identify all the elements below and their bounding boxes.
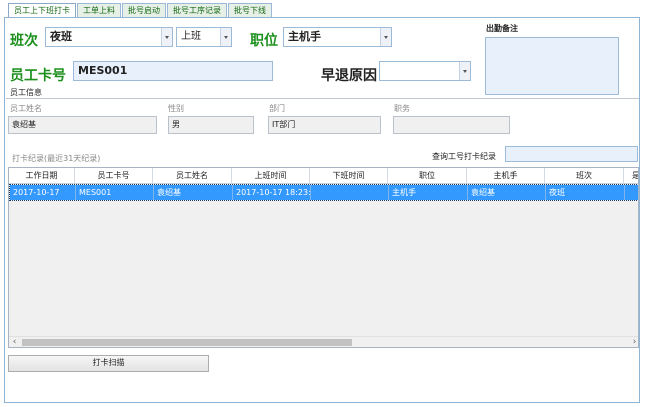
query-records-label: 查询工号打卡纪录	[432, 152, 496, 161]
table-cell: 夜班	[546, 185, 625, 200]
employee-name-field: 袁绍基	[8, 116, 157, 134]
scan-button[interactable]: 打卡扫描	[8, 355, 209, 372]
tab-batch-start[interactable]: 批号启动	[122, 3, 166, 18]
table-cell: 2017-10-17 18:23:	[233, 185, 311, 200]
chevron-down-icon[interactable]	[220, 28, 231, 46]
query-records-input[interactable]	[505, 146, 638, 162]
position-select-value: 主机手	[288, 30, 321, 43]
card-number-input[interactable]: MES001	[73, 61, 273, 81]
shift-select-value: 夜班	[50, 30, 72, 43]
chevron-down-icon[interactable]	[380, 28, 391, 46]
column-header[interactable]: 工作日期	[9, 168, 75, 183]
table-cell	[625, 185, 638, 200]
attendance-note-input[interactable]	[485, 37, 619, 95]
shift-type-select[interactable]: 上班	[176, 27, 232, 47]
column-header[interactable]: 主机手	[467, 168, 545, 183]
employee-name-label: 员工姓名	[10, 104, 42, 113]
records-table[interactable]: 工作日期 员工卡号 员工姓名 上班时间 下班时间 职位 主机手 班次 是 201…	[8, 167, 639, 348]
early-leave-select[interactable]	[379, 61, 471, 81]
position-select[interactable]: 主机手	[283, 27, 392, 47]
records-title: 打卡纪录(最近31天纪录)	[12, 154, 101, 163]
scrollbar-thumb[interactable]	[22, 339, 352, 346]
department-label: 部门	[269, 104, 285, 113]
job-title-label: 职务	[394, 104, 410, 113]
tab-clock-in[interactable]: 员工上下班打卡	[8, 3, 76, 18]
divider	[6, 98, 639, 99]
tab-batch-offline[interactable]: 批号下线	[228, 3, 272, 18]
table-header: 工作日期 员工卡号 员工姓名 上班时间 下班时间 职位 主机手 班次 是	[9, 168, 638, 184]
employee-info-label: 员工信息	[10, 88, 42, 97]
column-header[interactable]: 员工姓名	[153, 168, 232, 183]
column-header[interactable]: 上班时间	[232, 168, 310, 183]
attendance-note-label: 出勤备注	[486, 24, 518, 33]
column-header[interactable]: 员工卡号	[75, 168, 153, 183]
tab-batch-process[interactable]: 批号工序记录	[167, 3, 227, 18]
chevron-down-icon[interactable]	[161, 28, 172, 46]
job-title-field	[393, 116, 510, 134]
app-window: 员工上下班打卡 工单上料 批号启动 批号工序记录 批号下线 班次 夜班 上班 职…	[0, 0, 645, 407]
chevron-left-icon[interactable]: ‹	[9, 337, 20, 347]
department-field: IT部门	[268, 116, 381, 134]
gender-label: 性别	[168, 104, 184, 113]
gender-field: 男	[168, 116, 254, 134]
shift-label: 班次	[10, 33, 38, 49]
early-leave-label: 早退原因	[321, 68, 377, 84]
table-cell: 2017-10-17	[10, 185, 76, 200]
horizontal-scrollbar[interactable]: ‹ ›	[9, 336, 638, 347]
shift-select[interactable]: 夜班	[45, 27, 173, 47]
tab-work-order-feed[interactable]: 工单上料	[77, 3, 121, 18]
column-header[interactable]: 班次	[545, 168, 624, 183]
shift-type-value: 上班	[181, 31, 201, 42]
chevron-down-icon[interactable]	[459, 62, 470, 80]
position-label: 职位	[250, 33, 278, 49]
card-label: 员工卡号	[10, 68, 66, 84]
table-row[interactable]: 2017-10-17 MES001 袁绍基 2017-10-17 18:23: …	[9, 184, 638, 201]
table-cell	[311, 185, 389, 200]
chevron-right-icon[interactable]: ›	[629, 337, 638, 347]
column-header[interactable]: 职位	[388, 168, 467, 183]
table-cell: 袁绍基	[154, 185, 233, 200]
table-cell: 主机手	[389, 185, 468, 200]
column-header[interactable]: 是	[624, 168, 638, 183]
table-cell: MES001	[76, 185, 154, 200]
tab-bar: 员工上下班打卡 工单上料 批号启动 批号工序记录 批号下线	[8, 3, 273, 18]
column-header[interactable]: 下班时间	[310, 168, 388, 183]
table-cell: 袁绍基	[468, 185, 546, 200]
